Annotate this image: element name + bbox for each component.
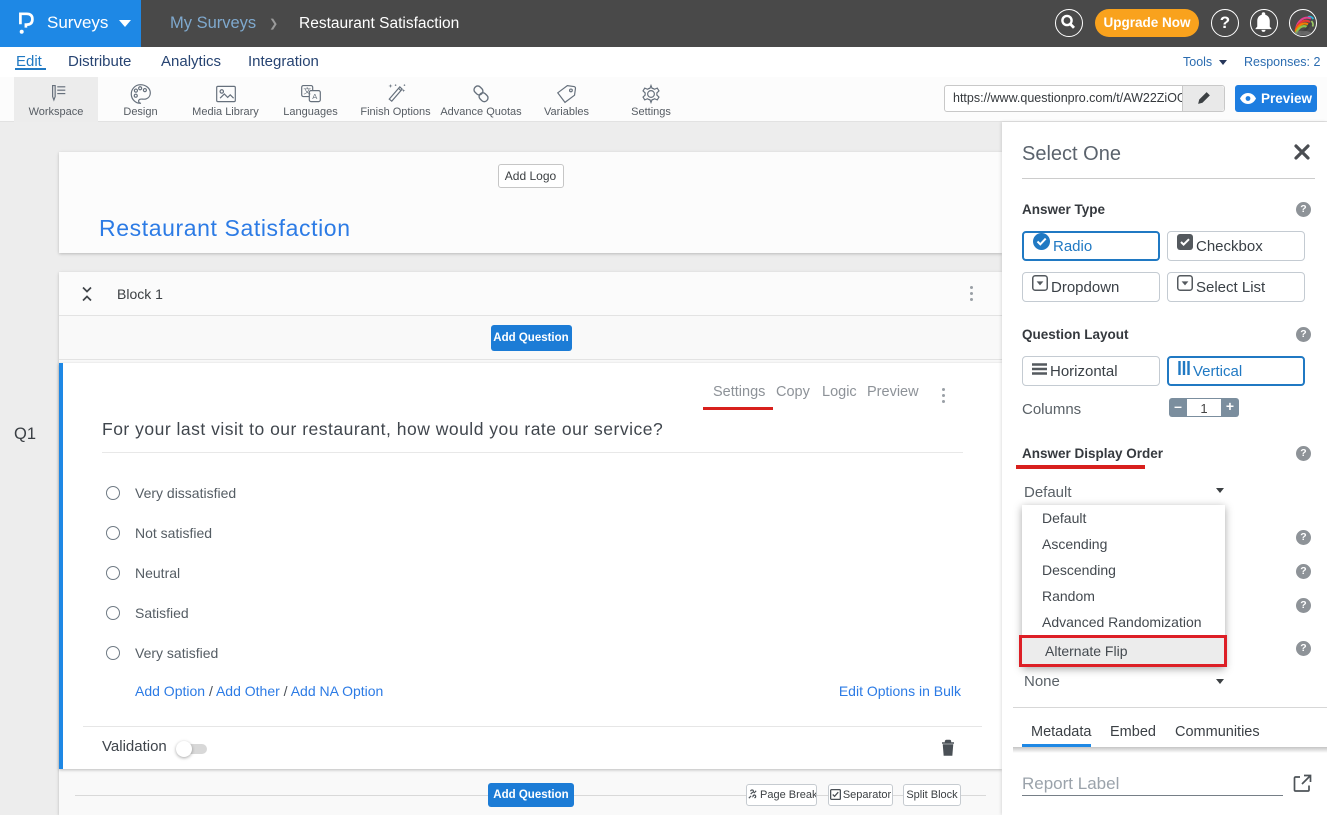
svg-text:文: 文 [303,86,311,96]
